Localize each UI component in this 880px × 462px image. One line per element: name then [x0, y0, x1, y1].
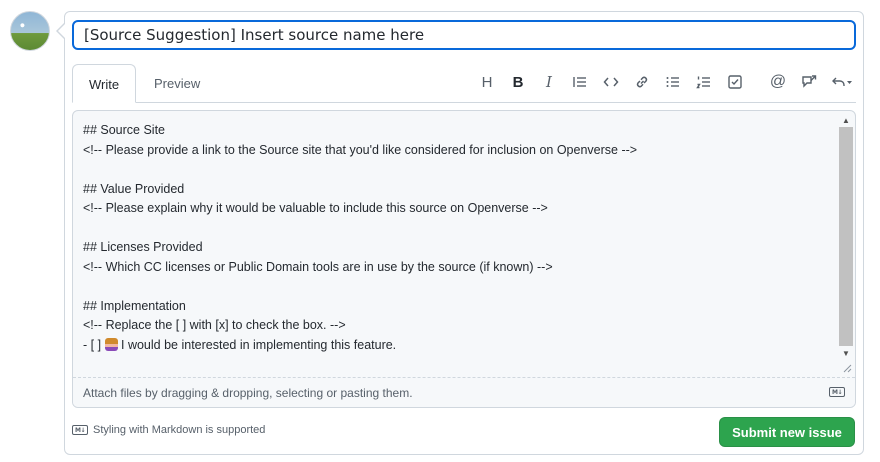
tab-write[interactable]: Write	[72, 64, 137, 103]
issue-body-content[interactable]: ## Source Site <!-- Please provide a link…	[83, 121, 833, 355]
markdown-support-note[interactable]: M↓ Styling with Markdown is supported	[72, 424, 265, 436]
code-icon[interactable]	[598, 69, 624, 95]
ordered-list-icon[interactable]	[691, 69, 717, 95]
markdown-toolbar: H B I @	[474, 68, 862, 96]
link-icon[interactable]	[629, 69, 655, 95]
heading-icon[interactable]: H	[474, 69, 500, 95]
tab-preview[interactable]: Preview	[138, 64, 216, 102]
task-list-icon[interactable]	[722, 69, 748, 95]
reply-icon[interactable]	[827, 69, 857, 95]
resize-handle-icon[interactable]	[842, 363, 852, 373]
attach-files-text[interactable]: Attach files by dragging & dropping, sel…	[83, 386, 413, 400]
submit-new-issue-button[interactable]: Submit new issue	[719, 417, 855, 447]
scroll-down-icon[interactable]: ▼	[839, 346, 853, 360]
editor-scrollbar[interactable]: ▲ ▼	[839, 113, 853, 377]
raising-hand-emoji	[104, 337, 118, 351]
attach-files-bar[interactable]: Attach files by dragging & dropping, sel…	[73, 377, 855, 407]
bold-icon[interactable]: B	[505, 69, 531, 95]
markdown-icon: M↓	[72, 425, 88, 435]
markdown-support-text[interactable]: Styling with Markdown is supported	[93, 424, 265, 436]
markdown-icon[interactable]: M↓	[829, 387, 845, 397]
user-avatar[interactable]	[10, 11, 50, 51]
mention-icon[interactable]: @	[765, 69, 791, 95]
quote-icon[interactable]	[567, 69, 593, 95]
scrollbar-thumb[interactable]	[839, 127, 853, 346]
unordered-list-icon[interactable]	[660, 69, 686, 95]
italic-icon[interactable]: I	[536, 69, 562, 95]
cross-reference-icon[interactable]	[796, 69, 822, 95]
scroll-up-icon[interactable]: ▲	[839, 113, 853, 127]
issue-title-input[interactable]	[72, 20, 856, 50]
issue-body-textarea[interactable]: ## Source Site <!-- Please provide a link…	[72, 110, 856, 408]
